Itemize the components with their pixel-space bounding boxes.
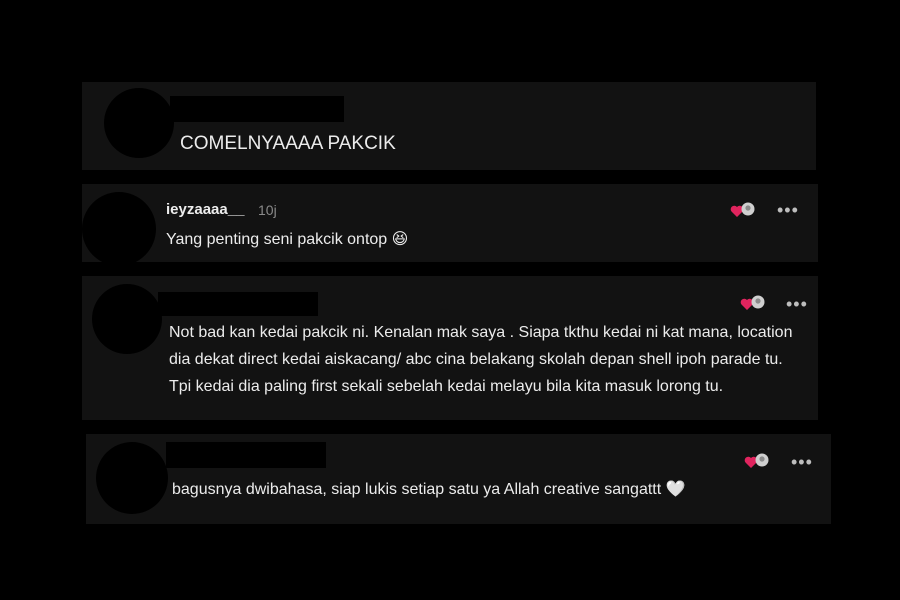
comment-text: bagusnya dwibahasa, siap lukis setiap sa…	[172, 476, 686, 503]
commenter-avatar[interactable]	[82, 192, 156, 262]
laughing-face-emoji: 😆	[391, 231, 409, 248]
comment-card: Not bad kan kedai pakcik ni. Kenalan mak…	[82, 276, 818, 420]
comment-timestamp: 10j	[258, 202, 277, 218]
heart-reaction-icon[interactable]	[744, 452, 770, 470]
redacted-username	[166, 442, 326, 468]
comment-username[interactable]: ieyzaaaa__	[166, 201, 244, 218]
heart-reaction-icon[interactable]	[740, 294, 766, 312]
more-options-icon[interactable]: •••	[791, 453, 813, 471]
comment-text: Not bad kan kedai pakcik ni. Kenalan mak…	[169, 324, 793, 395]
post-text: COMELNYAAAA PAKCIK	[180, 133, 396, 154]
more-options-icon[interactable]: •••	[786, 295, 808, 313]
post-author-avatar[interactable]	[104, 88, 174, 158]
comment-card: ieyzaaaa__ 10j Yang penting seni pakcik …	[82, 184, 818, 262]
white-heart-emoji: 🤍	[665, 481, 686, 498]
commenter-avatar[interactable]	[92, 284, 162, 354]
comment-text: Yang penting seni pakcik ontop 😆	[166, 226, 408, 253]
redacted-author-name	[170, 96, 344, 122]
redacted-username	[158, 292, 318, 316]
post-card: COMELNYAAAA PAKCIK	[82, 82, 816, 170]
more-options-icon[interactable]: •••	[777, 201, 799, 219]
comment-text-content: Yang penting seni pakcik ontop	[166, 231, 388, 248]
commenter-avatar[interactable]	[96, 442, 168, 514]
heart-reaction-icon[interactable]	[730, 201, 756, 219]
comment-card: bagusnya dwibahasa, siap lukis setiap sa…	[86, 434, 831, 524]
comment-text-content: bagusnya dwibahasa, siap lukis setiap sa…	[172, 481, 662, 498]
